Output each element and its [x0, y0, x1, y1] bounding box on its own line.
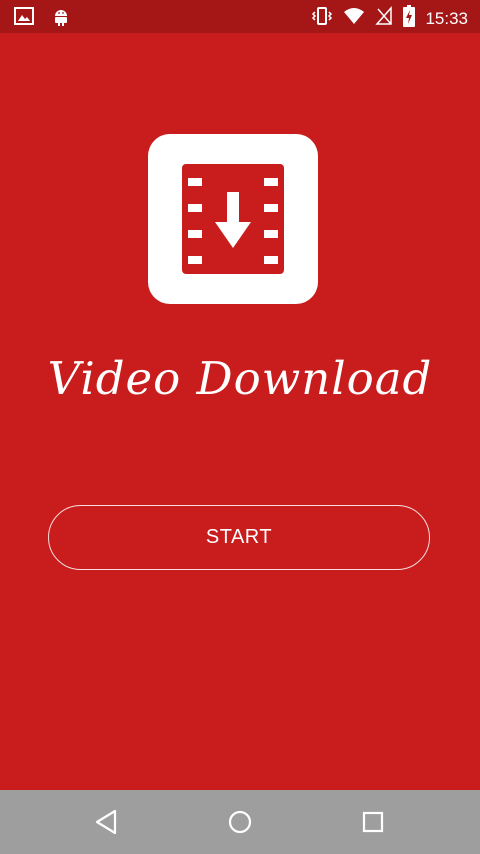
android-icon: [52, 7, 70, 32]
start-button[interactable]: START: [48, 505, 430, 570]
image-icon: [14, 7, 34, 32]
wifi-icon: [343, 7, 365, 30]
app-title: Video Download: [47, 352, 433, 405]
status-time: 15:33: [425, 8, 468, 28]
no-sim-icon: [375, 6, 393, 31]
home-icon[interactable]: [224, 806, 256, 838]
status-bar: 15:33: [0, 0, 480, 33]
battery-charging-icon: [403, 5, 416, 32]
app-screen: 15:33 Video Download START: [0, 0, 480, 854]
recents-icon[interactable]: [357, 806, 389, 838]
navigation-bar: [0, 790, 480, 854]
vibrate-icon: [311, 6, 333, 31]
back-icon[interactable]: [91, 806, 123, 838]
video-download-icon: [148, 134, 318, 304]
